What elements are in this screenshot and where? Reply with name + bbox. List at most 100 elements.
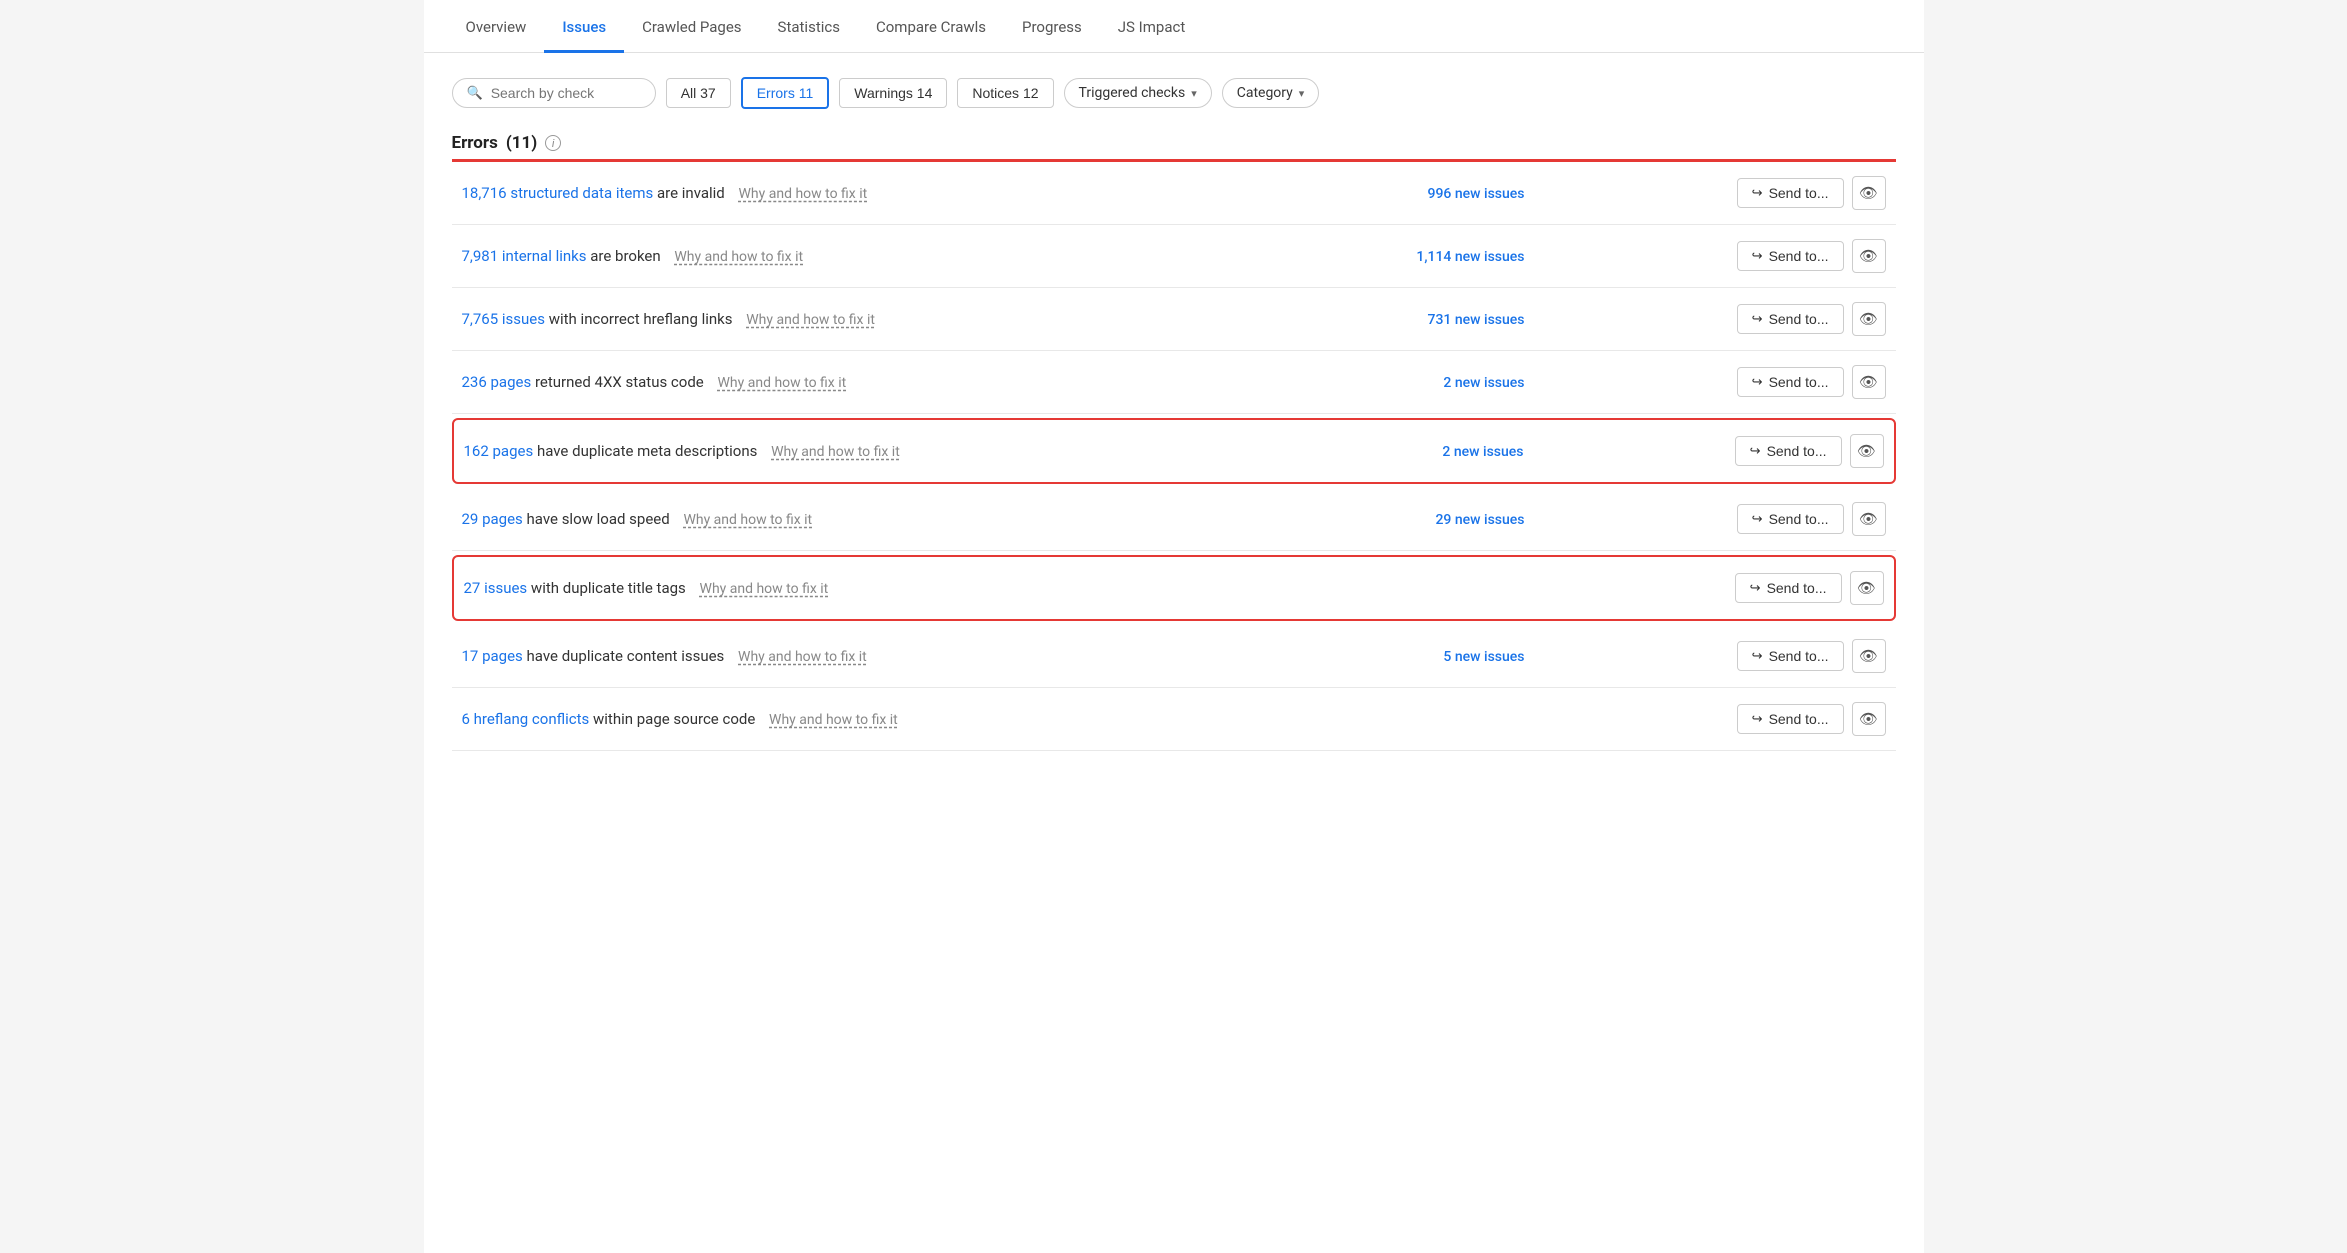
table-row: 18,716 structured data items are invalid… [452, 162, 1896, 225]
table-row: 162 pages have duplicate meta descriptio… [452, 414, 1896, 489]
why-link[interactable]: Why and how to fix it [700, 581, 829, 597]
send-to-button[interactable]: ↪ Send to... [1737, 504, 1844, 534]
new-issues-count: 5 new issues [1443, 649, 1524, 665]
filter-errors-button[interactable]: Errors 11 [741, 77, 830, 109]
section-name: Errors [452, 133, 498, 153]
issue-description: with duplicate title tags [531, 579, 686, 597]
triggered-checks-label: Triggered checks [1079, 85, 1186, 101]
filter-notices-button[interactable]: Notices 12 [957, 78, 1053, 108]
nav-item-js-impact[interactable]: JS Impact [1100, 0, 1203, 53]
eye-button[interactable]: 👁 [1852, 639, 1886, 673]
why-link[interactable]: Why and how to fix it [771, 444, 900, 460]
app-container: OverviewIssuesCrawled PagesStatisticsCom… [424, 0, 1924, 1253]
table-row: 6 hreflang conflicts within page source … [452, 688, 1896, 751]
triggered-checks-dropdown[interactable]: Triggered checks ▾ [1064, 78, 1212, 108]
send-to-button[interactable]: ↪ Send to... [1737, 241, 1844, 271]
table-row: 17 pages have duplicate content issues W… [452, 625, 1896, 688]
actions-cell: ↪ Send to... 👁 [1544, 502, 1885, 536]
nav-item-crawled-pages[interactable]: Crawled Pages [624, 0, 759, 53]
chevron-down-icon: ▾ [1299, 87, 1305, 100]
send-icon: ↪ [1750, 443, 1761, 459]
send-to-button[interactable]: ↪ Send to... [1737, 367, 1844, 397]
actions-cell: ↪ Send to... 👁 [1544, 434, 1884, 468]
nav-item-overview[interactable]: Overview [448, 0, 545, 53]
nav-item-statistics[interactable]: Statistics [760, 0, 858, 53]
category-dropdown[interactable]: Category ▾ [1222, 78, 1320, 108]
search-input[interactable] [491, 85, 641, 101]
issue-description: are invalid [657, 184, 725, 202]
issues-list: 18,716 structured data items are invalid… [452, 159, 1896, 751]
eye-icon: 👁 [1857, 442, 1876, 460]
section-title: Errors (11) i [452, 133, 1896, 153]
send-to-button[interactable]: ↪ Send to... [1737, 304, 1844, 334]
why-link[interactable]: Why and how to fix it [718, 375, 847, 391]
issue-link[interactable]: 7,981 internal links [462, 247, 587, 265]
send-icon: ↪ [1752, 511, 1763, 527]
filter-warnings-button[interactable]: Warnings 14 [839, 78, 947, 108]
issue-link[interactable]: 18,716 structured data items [462, 184, 654, 202]
eye-icon: 👁 [1859, 247, 1878, 265]
send-to-label: Send to... [1767, 580, 1827, 596]
why-link[interactable]: Why and how to fix it [739, 186, 868, 202]
new-issues-count: 2 new issues [1442, 444, 1523, 460]
eye-button[interactable]: 👁 [1850, 434, 1884, 468]
send-to-label: Send to... [1769, 648, 1829, 664]
why-link[interactable]: Why and how to fix it [674, 249, 803, 265]
issue-link[interactable]: 7,765 issues [462, 310, 546, 328]
issue-description: returned 4XX status code [535, 373, 704, 391]
send-to-button[interactable]: ↪ Send to... [1737, 641, 1844, 671]
send-to-label: Send to... [1769, 311, 1829, 327]
new-issues-count: 731 new issues [1428, 312, 1525, 328]
send-icon: ↪ [1752, 248, 1763, 264]
issue-link[interactable]: 27 issues [464, 579, 528, 597]
filters-bar: 🔍 All 37 Errors 11 Warnings 14 Notices 1… [452, 77, 1896, 109]
nav-item-issues[interactable]: Issues [544, 0, 624, 53]
send-to-button[interactable]: ↪ Send to... [1737, 704, 1844, 734]
search-icon: 🔍 [467, 86, 483, 101]
issue-link[interactable]: 29 pages [462, 510, 523, 528]
eye-icon: 👁 [1859, 510, 1878, 528]
why-link[interactable]: Why and how to fix it [738, 649, 867, 665]
eye-button[interactable]: 👁 [1852, 702, 1886, 736]
send-to-label: Send to... [1767, 443, 1827, 459]
nav-item-progress[interactable]: Progress [1004, 0, 1100, 53]
category-label: Category [1237, 85, 1293, 101]
eye-icon: 👁 [1859, 710, 1878, 728]
new-issues-count: 1,114 new issues [1416, 249, 1524, 265]
why-link[interactable]: Why and how to fix it [746, 312, 875, 328]
eye-button[interactable]: 👁 [1852, 239, 1886, 273]
eye-button[interactable]: 👁 [1852, 176, 1886, 210]
send-to-button[interactable]: ↪ Send to... [1735, 573, 1842, 603]
eye-icon: 👁 [1857, 579, 1876, 597]
nav-item-compare-crawls[interactable]: Compare Crawls [858, 0, 1004, 53]
why-link[interactable]: Why and how to fix it [769, 712, 898, 728]
issue-link[interactable]: 6 hreflang conflicts [462, 710, 590, 728]
eye-button[interactable]: 👁 [1852, 302, 1886, 336]
info-icon[interactable]: i [545, 135, 561, 151]
why-link[interactable]: Why and how to fix it [683, 512, 812, 528]
issue-description: with incorrect hreflang links [549, 310, 733, 328]
eye-button[interactable]: 👁 [1850, 571, 1884, 605]
actions-cell: ↪ Send to... 👁 [1544, 176, 1885, 210]
issue-link[interactable]: 236 pages [462, 373, 532, 391]
actions-cell: ↪ Send to... 👁 [1544, 239, 1885, 273]
eye-icon: 👁 [1859, 184, 1878, 202]
section-count: (11) [506, 133, 537, 153]
send-icon: ↪ [1752, 185, 1763, 201]
send-to-button[interactable]: ↪ Send to... [1737, 178, 1844, 208]
filter-all-button[interactable]: All 37 [666, 78, 731, 108]
table-row: 27 issues with duplicate title tags Why … [452, 551, 1896, 626]
send-to-label: Send to... [1769, 248, 1829, 264]
actions-cell: ↪ Send to... 👁 [1544, 639, 1885, 673]
table-row: 7,981 internal links are broken Why and … [452, 225, 1896, 288]
issue-link[interactable]: 162 pages [464, 442, 534, 460]
eye-button[interactable]: 👁 [1852, 502, 1886, 536]
send-icon: ↪ [1752, 311, 1763, 327]
table-row: 29 pages have slow load speed Why and ho… [452, 488, 1896, 551]
search-box: 🔍 [452, 78, 656, 108]
issue-link[interactable]: 17 pages [462, 647, 523, 665]
send-to-label: Send to... [1769, 185, 1829, 201]
send-to-button[interactable]: ↪ Send to... [1735, 436, 1842, 466]
actions-cell: ↪ Send to... 👁 [1544, 571, 1884, 605]
eye-button[interactable]: 👁 [1852, 365, 1886, 399]
